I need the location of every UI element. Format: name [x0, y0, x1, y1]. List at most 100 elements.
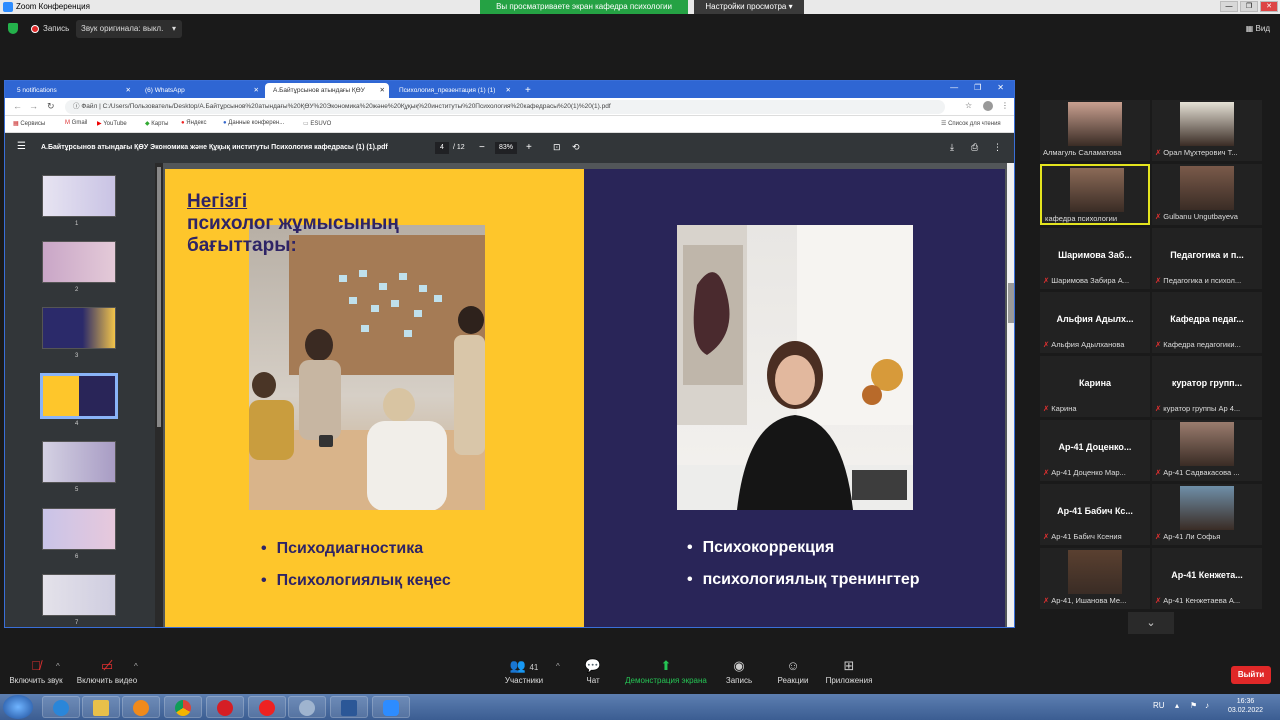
- chevron-up-icon[interactable]: ^: [56, 662, 60, 671]
- reading-list-button[interactable]: ☰ Список для чтения: [941, 120, 1001, 127]
- browser-tab[interactable]: (6) WhatsApp ✕: [137, 83, 263, 98]
- chevron-up-icon[interactable]: ^: [556, 662, 560, 671]
- page-thumbnail-selected[interactable]: [40, 373, 118, 419]
- share-screen-button[interactable]: ⬆ Демонстрация экрана: [622, 658, 710, 685]
- page-thumbnail[interactable]: [42, 241, 116, 283]
- menu-icon[interactable]: ☰: [17, 141, 26, 152]
- close-icon[interactable]: ✕: [506, 83, 511, 98]
- media-player-icon[interactable]: [122, 696, 160, 718]
- participant-tile[interactable]: ✗ Ар-41 Садвакасова ...: [1152, 420, 1262, 481]
- start-video-button[interactable]: ▭̸ Включить видео: [74, 658, 140, 685]
- page-thumbnail[interactable]: [42, 441, 116, 483]
- bookmark-item[interactable]: ● Яндекс: [181, 120, 206, 126]
- opera-icon[interactable]: [206, 696, 244, 718]
- start-button[interactable]: [3, 695, 33, 719]
- maximize-button[interactable]: ❐: [1240, 1, 1258, 12]
- yandex-browser-icon[interactable]: [248, 696, 286, 718]
- paint-icon[interactable]: [288, 696, 326, 718]
- apps-button[interactable]: ⊞ Приложения: [822, 658, 876, 685]
- more-icon[interactable]: ⋮: [993, 142, 1002, 153]
- participant-tile[interactable]: кафедра психологии: [1040, 164, 1150, 225]
- flag-icon[interactable]: ⚑: [1190, 701, 1197, 710]
- clock[interactable]: 16:36 03.02.2022: [1228, 697, 1263, 715]
- share-banner: Вы просматриваете экран кафедра психолог…: [480, 0, 688, 14]
- participant-tile[interactable]: Алмагуль Саламатова: [1040, 100, 1150, 161]
- browser-tab[interactable]: 5 notifications ✕: [9, 83, 135, 98]
- minimize-button[interactable]: —: [950, 83, 958, 92]
- folder-icon[interactable]: [82, 696, 120, 718]
- participant-tile[interactable]: Педагогика и п... ✗ Педагогика и психол...: [1152, 228, 1262, 289]
- star-icon[interactable]: ☆: [965, 101, 972, 110]
- minimize-button[interactable]: —: [1220, 1, 1238, 12]
- chevron-up-icon[interactable]: ▴: [1175, 701, 1179, 710]
- rotate-icon[interactable]: ⟲: [572, 142, 580, 153]
- page-thumbnail[interactable]: [42, 508, 116, 550]
- record-button[interactable]: ◉ Запись: [722, 658, 756, 685]
- forward-icon[interactable]: →: [29, 101, 38, 111]
- pdf-scrollbar[interactable]: [1007, 163, 1014, 627]
- page-number-input[interactable]: 4: [435, 142, 449, 154]
- reactions-button[interactable]: ☺ Реакции: [774, 658, 812, 685]
- close-icon[interactable]: ✕: [254, 83, 259, 98]
- participant-tile[interactable]: ✗ Ар-41 Ли Софья: [1152, 484, 1262, 545]
- participant-tile[interactable]: куратор групп... ✗ куратор группы Ар 4...: [1152, 356, 1262, 417]
- chat-button[interactable]: 💬 Чат: [580, 658, 606, 685]
- shield-icon[interactable]: [8, 23, 18, 34]
- new-tab-button[interactable]: +: [517, 83, 537, 98]
- bookmark-item[interactable]: ▭ ESUVO: [303, 120, 331, 127]
- participant-tile[interactable]: ✗ Орал Мұхтерович Т...: [1152, 100, 1262, 161]
- profile-avatar[interactable]: [983, 101, 993, 111]
- close-icon[interactable]: ✕: [380, 83, 385, 98]
- zoom-level-input[interactable]: 83%: [495, 142, 517, 154]
- page-thumbnail[interactable]: [42, 175, 116, 217]
- chat-icon: 💬: [584, 658, 602, 673]
- bookmark-item[interactable]: ● Данные конферен...: [223, 120, 284, 126]
- language-indicator[interactable]: RU: [1153, 701, 1165, 710]
- fit-page-icon[interactable]: ⊡: [553, 142, 561, 153]
- bookmark-item[interactable]: ◆ Карты: [145, 120, 168, 127]
- speaker-icon[interactable]: ♪: [1205, 701, 1209, 710]
- page-thumbnail[interactable]: [42, 307, 116, 349]
- participant-tile[interactable]: Ар-41 Кенжета... ✗ Ар-41 Кенжетаева А...: [1152, 548, 1262, 609]
- participant-tile[interactable]: Карина ✗ Карина: [1040, 356, 1150, 417]
- reload-icon[interactable]: ↻: [47, 101, 55, 112]
- zoom-in-button[interactable]: +: [526, 142, 532, 153]
- maximize-button[interactable]: ❐: [974, 83, 981, 92]
- bookmark-item[interactable]: M Gmail: [65, 120, 87, 126]
- participant-tile[interactable]: ✗ Ар-41, Ишанова Ме...: [1040, 548, 1150, 609]
- download-icon[interactable]: ⤓: [950, 142, 954, 153]
- participant-tile[interactable]: Шаримова Заб... ✗ Шаримова Забира А...: [1040, 228, 1150, 289]
- page-thumbnail[interactable]: [42, 574, 116, 616]
- address-input[interactable]: ⓘ Файл | C:/Users/Пользователь/Desktop/А…: [65, 100, 945, 114]
- browser-tab[interactable]: Психология_презентация (1) (1) ✕: [391, 83, 515, 98]
- chrome-icon[interactable]: [164, 696, 202, 718]
- page-total: / 12: [453, 144, 465, 151]
- view-settings-button[interactable]: Настройки просмотра ▾: [694, 0, 804, 14]
- close-icon[interactable]: ✕: [126, 83, 131, 98]
- back-icon[interactable]: ←: [13, 101, 22, 111]
- menu-icon[interactable]: ⋮: [1001, 101, 1009, 110]
- zoom-icon[interactable]: [372, 696, 410, 718]
- browser-tab-active[interactable]: А.Байтұрсынов атындағы ҚӨУ ✕: [265, 83, 389, 98]
- participants-button[interactable]: 👥 41 Участники: [500, 658, 548, 685]
- participant-tile[interactable]: Альфия Адылх... ✗ Альфия Адылханова: [1040, 292, 1150, 353]
- original-sound-dropdown[interactable]: Звук оригинала: выкл. ▾: [76, 20, 182, 38]
- zoom-out-button[interactable]: −: [479, 142, 485, 153]
- close-button[interactable]: ✕: [997, 83, 1004, 92]
- bookmark-item[interactable]: ▶ YouTube: [97, 120, 127, 127]
- participant-display-name: Кафедра педаг...: [1170, 314, 1244, 324]
- ie-icon[interactable]: [42, 696, 80, 718]
- participant-tile[interactable]: ✗ Gulbanu Ungutbayeva: [1152, 164, 1262, 225]
- word-icon[interactable]: [330, 696, 368, 718]
- leave-button[interactable]: Выйти: [1231, 666, 1271, 684]
- close-button[interactable]: ✕: [1260, 1, 1278, 12]
- participant-tile[interactable]: Ар-41 Бабич Кс... ✗ Ар-41 Бабич Ксения: [1040, 484, 1150, 545]
- participant-tile[interactable]: Ар-41 Доценко... ✗ Ар-41 Доценко Мар...: [1040, 420, 1150, 481]
- thumbnail-scrollbar[interactable]: [155, 163, 163, 627]
- print-icon[interactable]: ⎙: [971, 142, 978, 153]
- view-button[interactable]: ▦ Вид: [1246, 24, 1270, 33]
- chevron-down-icon[interactable]: ⌄: [1128, 612, 1174, 634]
- participant-tile[interactable]: Кафедра педаг... ✗ Кафедра педагогики...: [1152, 292, 1262, 353]
- bookmark-item[interactable]: ▦ Сервисы: [13, 120, 45, 127]
- chevron-up-icon[interactable]: ^: [134, 662, 138, 671]
